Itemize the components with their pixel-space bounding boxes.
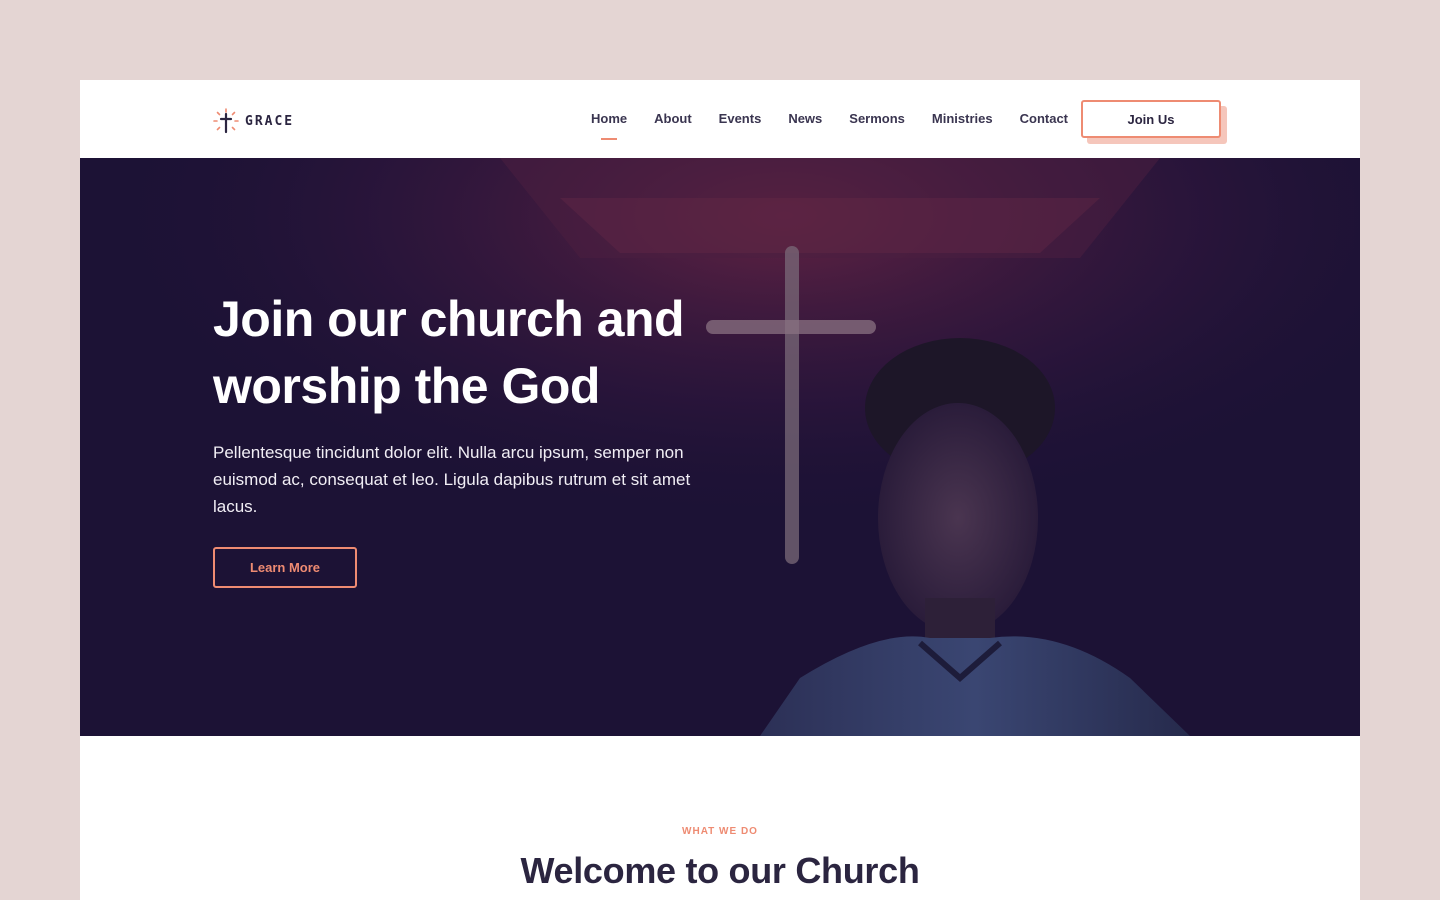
logo-text: GRACE [245, 113, 295, 129]
nav-item-sermons[interactable]: Sermons [849, 110, 905, 132]
hero-title: Join our church and worship the God [213, 291, 685, 414]
nav-item-contact[interactable]: Contact [1020, 110, 1068, 132]
nav-item-ministries[interactable]: Ministries [932, 110, 993, 132]
site-header: GRACE Home About Events News Sermons Min… [80, 80, 1360, 158]
nav-item-events[interactable]: Events [719, 110, 762, 132]
cross-sunburst-icon [213, 108, 239, 134]
learn-more-button[interactable]: Learn More [213, 547, 357, 588]
nav-item-news[interactable]: News [788, 110, 822, 132]
page-frame: GRACE Home About Events News Sermons Min… [80, 80, 1360, 900]
section-title: Welcome to our Church [520, 850, 920, 891]
nav-item-about[interactable]: About [654, 110, 692, 132]
nav-item-home[interactable]: Home [591, 110, 627, 140]
logo[interactable]: GRACE [213, 107, 294, 135]
hero-description: Pellentesque tincidunt dolor elit. Nulla… [213, 443, 691, 516]
join-us-button[interactable]: Join Us [1081, 100, 1221, 138]
main-nav: Home About Events News Sermons Ministrie… [591, 110, 1095, 140]
join-us-wrap: Join Us [1081, 100, 1227, 144]
section-eyebrow: WHAT WE DO [682, 826, 758, 837]
hero: Join our church and worship the God Pell… [80, 158, 1360, 736]
